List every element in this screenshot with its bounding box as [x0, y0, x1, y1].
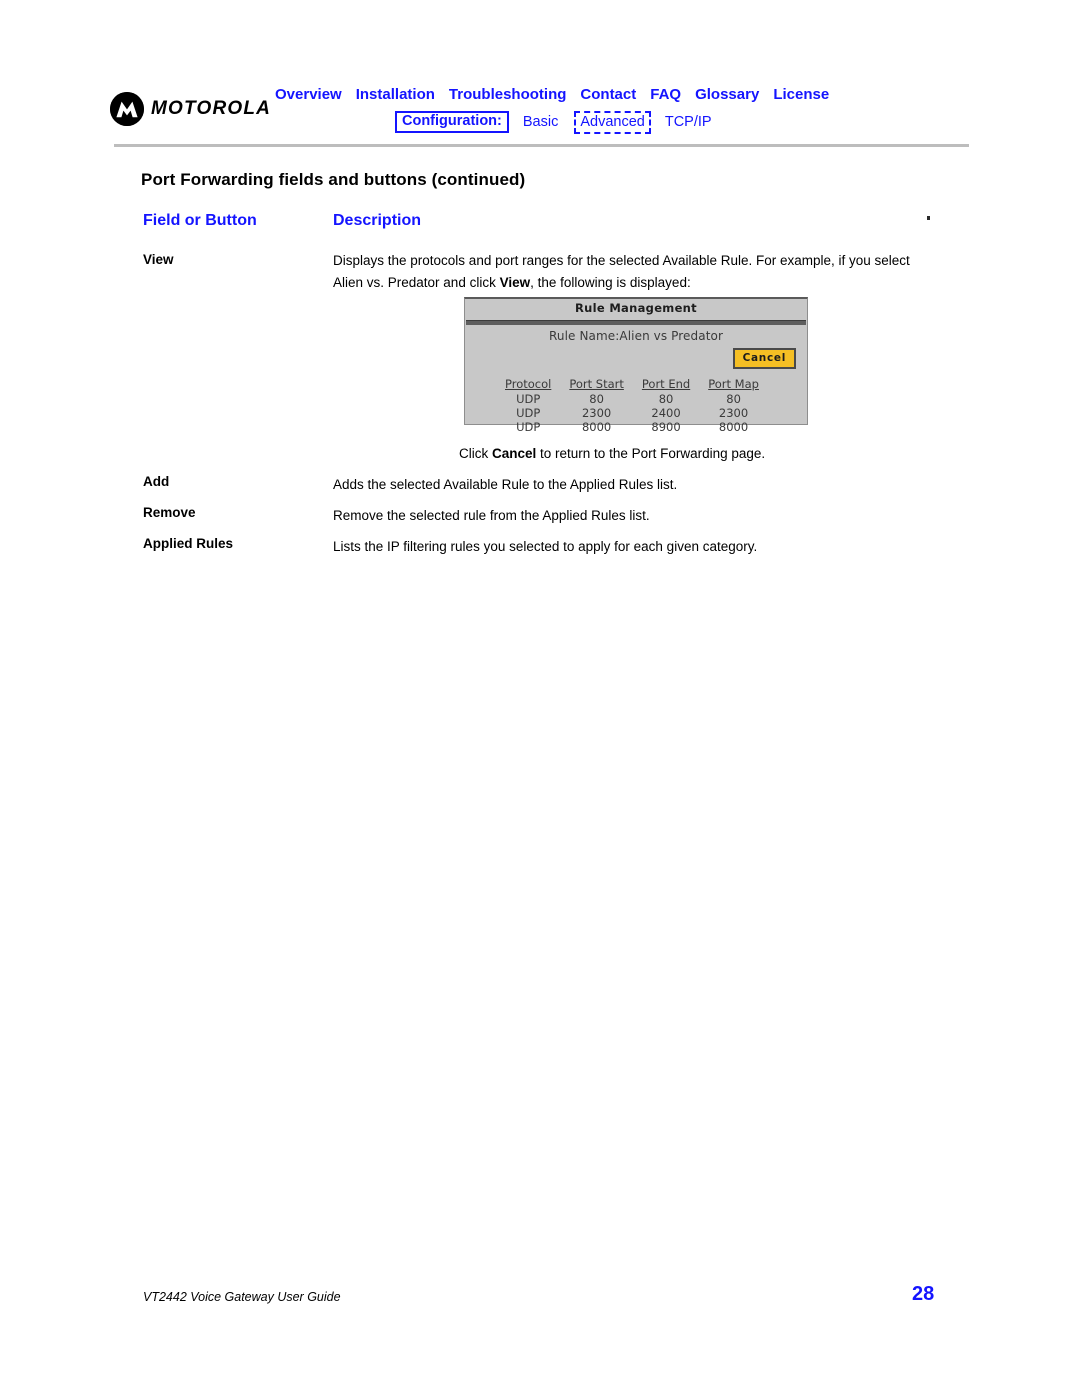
page-title: Port Forwarding fields and buttons (cont…	[141, 170, 526, 189]
nav-configuration-label: Configuration:	[395, 110, 509, 134]
rule-name-label: Rule Name:	[549, 329, 620, 343]
footer-guide-title: VT2442 Voice Gateway User Guide	[143, 1290, 341, 1304]
cancel-button[interactable]: Cancel	[732, 348, 796, 369]
rule-ports-header-port-map: Port Map	[708, 377, 759, 391]
row-label-add: Add	[143, 474, 170, 489]
row-label-applied-rules: Applied Rules	[143, 536, 234, 551]
nav-configuration-row: Configuration: Basic Advanced TCP/IP	[275, 110, 975, 134]
cell-port-map: 80	[726, 392, 741, 406]
row-label-remove: Remove	[143, 505, 196, 520]
rule-ports-header-port-start: Port Start	[569, 377, 624, 391]
table-row: UDP 2300 2400 2300	[496, 406, 768, 420]
cell-port-end: 8900	[651, 420, 681, 435]
nav-link-tcpip[interactable]: TCP/IP	[659, 112, 718, 133]
cell-protocol: UDP	[516, 392, 541, 406]
nav-link-overview[interactable]: Overview	[275, 86, 356, 103]
click-cancel-note: Click Cancel to return to the Port Forwa…	[459, 443, 939, 465]
row-description-view: Displays the protocols and port ranges f…	[333, 250, 933, 295]
page-canvas: MOTOROLA Overview Installation Troublesh…	[0, 0, 1080, 1397]
scan-artifact-dot	[927, 216, 930, 220]
brand-logo: MOTOROLA	[110, 92, 271, 126]
row-description-add: Adds the selected Available Rule to the …	[333, 477, 678, 492]
nav-link-contact[interactable]: Contact	[580, 86, 650, 103]
row-description-applied-rules: Lists the IP filtering rules you selecte…	[333, 539, 758, 554]
nav-link-troubleshooting[interactable]: Troubleshooting	[449, 86, 581, 103]
row-label-view: View	[143, 252, 174, 267]
table-row: UDP 8000 8900 8000	[496, 420, 768, 434]
rule-name-value: Alien vs Predator	[619, 329, 723, 343]
rule-ports-header-port-end: Port End	[641, 377, 691, 391]
nav-link-glossary[interactable]: Glossary	[695, 86, 773, 103]
brand-name: MOTOROLA	[151, 98, 272, 119]
cell-port-map: 2300	[718, 406, 749, 421]
column-header-field: Field or Button	[143, 212, 257, 229]
cell-port-map: 8000	[718, 420, 749, 435]
click-cancel-note-part1: Click	[459, 446, 492, 461]
nav-link-faq[interactable]: FAQ	[650, 86, 695, 103]
rule-ports-table: Protocol Port Start Port End Port Map UD…	[496, 377, 768, 434]
motorola-batwing-icon	[110, 92, 144, 126]
footer-page-number: 28	[912, 1283, 935, 1305]
main-navigation: Overview Installation Troubleshooting Co…	[275, 86, 975, 134]
nav-link-advanced[interactable]: Advanced	[574, 110, 651, 134]
cell-port-end: 2400	[651, 406, 681, 421]
rule-ports-header-row: Protocol Port Start Port End Port Map	[496, 377, 768, 392]
cell-port-start: 2300	[581, 406, 612, 421]
cell-port-end: 80	[658, 392, 674, 406]
rule-name-row: Rule Name:Alien vs Predator	[465, 329, 807, 343]
cell-protocol: UDP	[516, 406, 541, 421]
click-cancel-note-emphasis: Cancel	[492, 446, 537, 461]
row-description-view-part2: , the following is displayed:	[530, 275, 691, 291]
table-row: UDP 80 80 80	[496, 392, 768, 406]
click-cancel-note-part2: to return to the Port Forwarding page.	[536, 446, 766, 461]
header-divider	[114, 144, 969, 147]
cell-port-start: 8000	[581, 420, 612, 435]
nav-link-license[interactable]: License	[773, 86, 843, 103]
nav-link-installation[interactable]: Installation	[356, 86, 449, 103]
cell-protocol: UDP	[516, 420, 541, 435]
nav-primary-row: Overview Installation Troubleshooting Co…	[275, 86, 975, 110]
row-description-remove: Remove the selected rule from the Applie…	[333, 508, 650, 523]
rule-management-title: Rule Management	[575, 301, 697, 315]
cell-port-start: 80	[589, 392, 604, 406]
nav-link-basic[interactable]: Basic	[517, 112, 564, 133]
row-description-view-emphasis: View	[499, 275, 531, 291]
rule-management-screenshot: Rule Management Rule Name:Alien vs Preda…	[464, 297, 808, 434]
column-header-description: Description	[333, 212, 422, 229]
page-header: MOTOROLA Overview Installation Troublesh…	[110, 86, 970, 142]
rule-management-title-divider	[466, 320, 806, 325]
rule-ports-header-protocol: Protocol	[505, 377, 552, 391]
